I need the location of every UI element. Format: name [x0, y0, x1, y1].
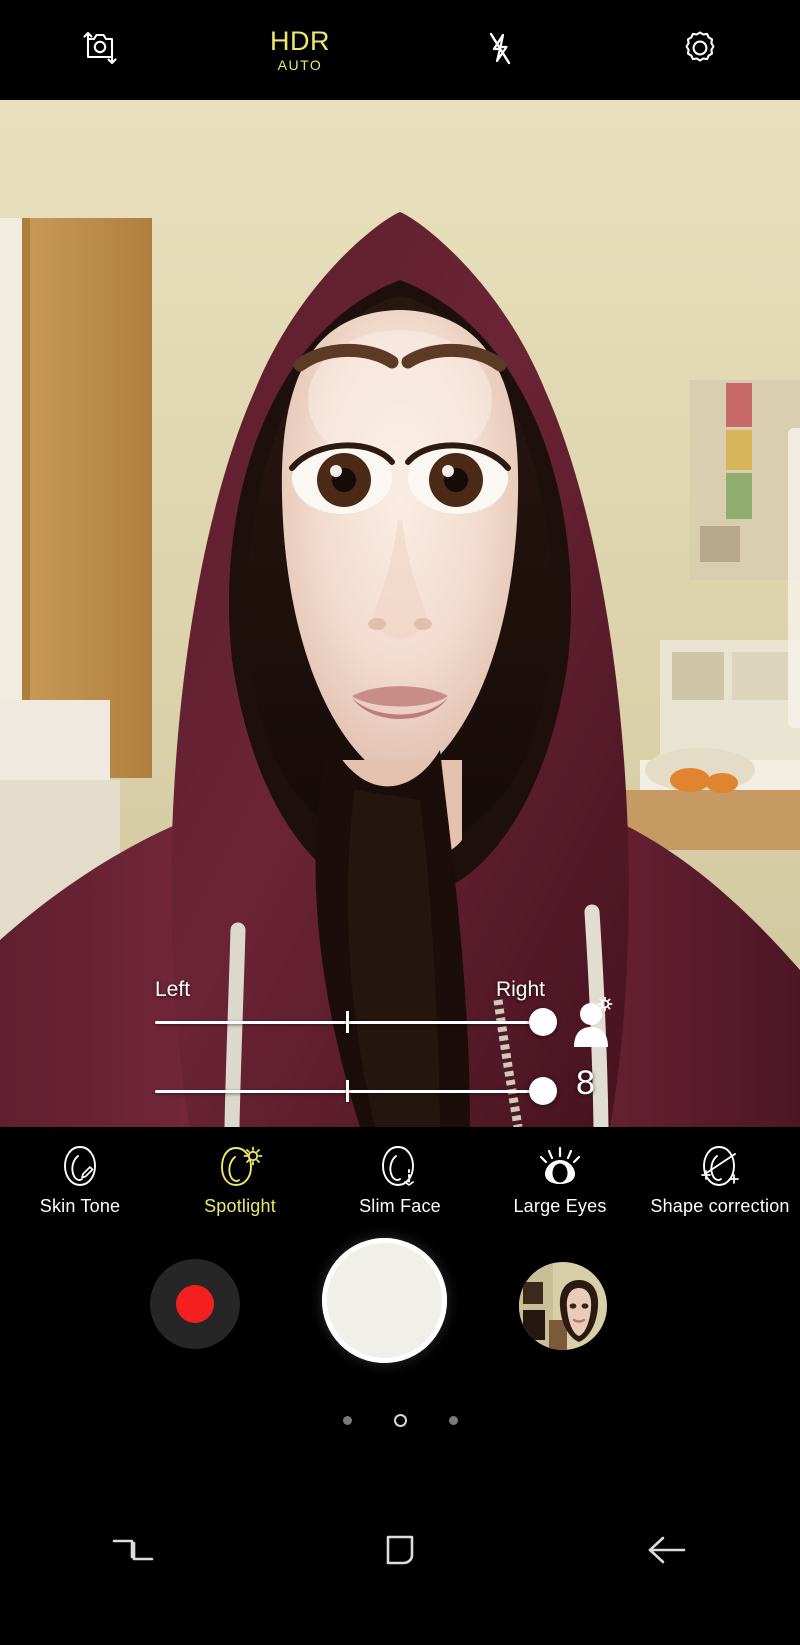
face-slim-icon: [378, 1144, 422, 1188]
person-spotlight-icon: [572, 996, 618, 1056]
gear-icon: [677, 25, 723, 76]
page-dot[interactable]: [448, 1415, 458, 1425]
face-spotlight-icon: [217, 1144, 263, 1188]
spotlight-intensity-slider-track[interactable]: [155, 1090, 543, 1093]
settings-button[interactable]: [600, 0, 800, 100]
spotlight-direction-center-tick: [346, 1011, 349, 1033]
shutter-button[interactable]: [322, 1238, 447, 1363]
system-navigation-bar: [0, 1460, 800, 1645]
slider-left-label: Left: [155, 978, 191, 1001]
face-shape-correction-icon: [697, 1144, 743, 1188]
flash-button[interactable]: [400, 0, 600, 100]
hdr-label: HDR: [270, 26, 330, 56]
recents-icon: [108, 1533, 158, 1572]
back-button[interactable]: [533, 1530, 800, 1575]
hdr-mode-label: AUTO: [277, 57, 323, 73]
spotlight-slider-overlay: Left Right 8: [0, 100, 800, 1127]
camera-top-bar: HDR AUTO: [0, 0, 800, 100]
back-arrow-icon: [642, 1530, 692, 1575]
spotlight-value: 8: [576, 1064, 595, 1102]
beauty-mode-bar: Skin Tone Spotlight Slim Face Large Eyes…: [0, 1127, 800, 1257]
slider-right-label: Right: [495, 978, 545, 1001]
camera-viewfinder[interactable]: Left Right 8: [0, 100, 800, 1127]
camera-switch-button[interactable]: [0, 0, 200, 100]
beauty-mode-label: Spotlight: [204, 1196, 276, 1216]
camera-switch-icon: [77, 26, 123, 75]
beauty-mode-label: Skin Tone: [39, 1196, 121, 1216]
slider-endpoint-labels: Left Right: [155, 978, 545, 1002]
home-button[interactable]: [267, 1528, 534, 1577]
face-skin-tone-icon: [59, 1144, 101, 1188]
camera-app-screen: HDR AUTO Left Right 8 Skin Tone Spotligh…: [0, 0, 800, 1645]
flash-off-icon: [478, 26, 522, 75]
spotlight-direction-slider-knob[interactable]: [529, 1008, 557, 1036]
page-dot[interactable]: [342, 1415, 352, 1425]
mode-page-indicator: [0, 1410, 800, 1430]
hdr-button[interactable]: HDR AUTO: [200, 0, 400, 100]
gallery-thumbnail-icon: [519, 1262, 607, 1350]
hdr-icon: HDR AUTO: [270, 26, 330, 73]
beauty-mode-label: Shape correction: [650, 1196, 790, 1216]
home-icon: [378, 1528, 422, 1577]
beauty-mode-shape-correction[interactable]: Shape correction: [640, 1127, 800, 1217]
beauty-mode-large-eyes[interactable]: Large Eyes: [480, 1127, 640, 1217]
beauty-mode-slim-face[interactable]: Slim Face: [320, 1127, 480, 1217]
page-dot-active[interactable]: [393, 1413, 407, 1427]
beauty-mode-label: Large Eyes: [513, 1196, 607, 1216]
record-icon: [176, 1285, 214, 1323]
spotlight-intensity-center-tick: [346, 1080, 349, 1102]
recents-button[interactable]: [0, 1533, 267, 1572]
eye-large-icon: [536, 1144, 584, 1188]
spotlight-direction-slider-track[interactable]: [155, 1021, 543, 1024]
record-button[interactable]: [150, 1259, 240, 1349]
beauty-mode-label: Slim Face: [359, 1196, 441, 1216]
beauty-mode-spotlight[interactable]: Spotlight: [160, 1127, 320, 1217]
beauty-mode-skin-tone[interactable]: Skin Tone: [0, 1127, 160, 1217]
capture-controls: [0, 1238, 800, 1393]
spotlight-intensity-slider-knob[interactable]: [529, 1077, 557, 1105]
gallery-button[interactable]: [519, 1262, 607, 1350]
